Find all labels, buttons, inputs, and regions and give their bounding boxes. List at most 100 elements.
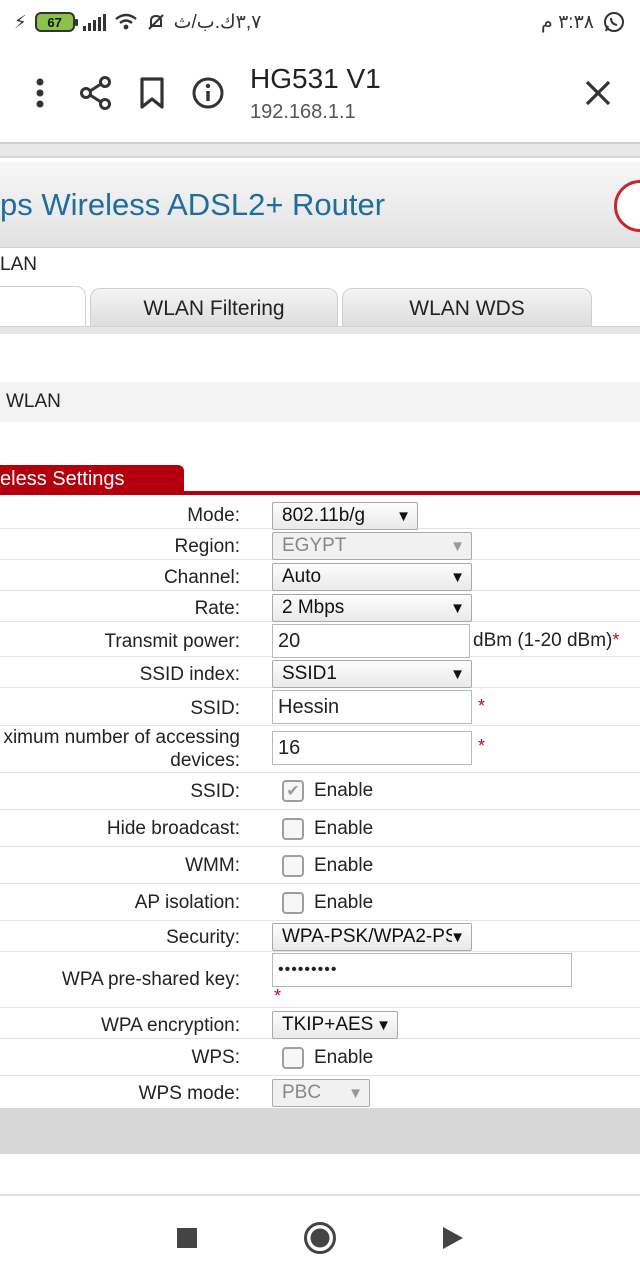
row-transmit-power: Transmit power: 20 dBm (1-20 dBm)* — [0, 622, 640, 658]
max-devices-label-line2: devices: — [170, 750, 240, 771]
more-vert-icon — [36, 78, 44, 108]
bookmark-button[interactable] — [124, 65, 180, 121]
banner-title: ps Wireless ADSL2+ Router — [0, 186, 386, 222]
bookmark-icon — [140, 77, 164, 109]
page-title: HG531 V1 — [250, 62, 381, 94]
ssid-index-select[interactable]: SSID1 ▼ — [272, 660, 472, 688]
hide-broadcast-checkbox[interactable] — [282, 818, 304, 840]
battery-icon: 67 — [34, 12, 78, 32]
circle-icon — [303, 1222, 336, 1254]
wpa-key-input[interactable]: ••••••••• — [272, 953, 572, 987]
ap-isolation-option: Enable — [314, 892, 374, 913]
square-icon — [176, 1228, 197, 1248]
tab-basic[interactable] — [0, 286, 86, 328]
row-wps: WPS: Enable — [0, 1039, 640, 1076]
whatsapp-icon — [604, 12, 624, 32]
home-button[interactable] — [295, 1213, 345, 1263]
close-button[interactable] — [570, 65, 626, 121]
wlan-tabs: WLAN Filtering WLAN WDS — [0, 284, 640, 328]
row-channel: Channel: Auto ▼ — [0, 560, 640, 591]
wps-label: WPS: — [191, 1047, 240, 1068]
transmit-power-input[interactable]: 20 — [272, 624, 470, 658]
clock: ٣:٣٨ م — [541, 11, 594, 33]
brand-logo-icon — [614, 180, 640, 232]
toolbar-divider — [0, 142, 640, 158]
form-footer-bar — [0, 1108, 640, 1154]
breadcrumb: LAN — [0, 254, 37, 275]
required-marker: * — [478, 696, 486, 716]
recent-apps-button[interactable] — [162, 1213, 212, 1263]
status-right: ٣:٣٨ م — [541, 10, 626, 34]
network-speed: ٣,٧ك.ب/ث — [173, 11, 262, 33]
dropdown-arrow-icon: ▼ — [450, 928, 465, 946]
ssid-enable-checkbox[interactable]: ✔ — [282, 780, 304, 802]
mode-label: Mode: — [187, 505, 240, 526]
row-wmm: WMM: Enable — [0, 847, 640, 884]
wpa-encryption-label: WPA encryption: — [100, 1015, 240, 1036]
max-devices-label-line1: ximum number of accessing — [3, 727, 240, 748]
row-wpa-encryption: WPA encryption: TKIP+AES ▼ — [0, 1008, 640, 1039]
wps-option: Enable — [314, 1047, 374, 1068]
page-header: HG531 V1 192.168.1.1 — [250, 63, 381, 124]
share-icon — [80, 76, 111, 110]
wpa-encryption-select[interactable]: TKIP+AES ▼ — [272, 1011, 398, 1039]
security-select[interactable]: WPA-PSK/WPA2-PS ▼ — [272, 923, 472, 951]
triangle-play-icon — [443, 1227, 464, 1249]
required-marker: * — [274, 986, 282, 1006]
wps-mode-label: WPS mode: — [138, 1083, 240, 1104]
transmit-power-unit-text: dBm (1-20 dBm) — [473, 630, 613, 651]
ap-isolation-label: AP isolation: — [134, 892, 240, 913]
region-label: Region: — [174, 536, 241, 557]
row-max-devices: ximum number of accessing devices: 16 * — [0, 726, 640, 773]
row-rate: Rate: 2 Mbps ▼ — [0, 591, 640, 622]
mode-select[interactable]: 802.11b/g ▼ — [272, 502, 418, 530]
tab-wlan-filtering[interactable]: WLAN Filtering — [90, 288, 338, 328]
wpa-encryption-value: TKIP+AES — [282, 1014, 374, 1035]
ssid-index-value: SSID1 — [282, 663, 337, 684]
share-button[interactable] — [68, 65, 124, 121]
signal-icon — [82, 13, 106, 31]
wps-mode-value: PBC — [282, 1082, 322, 1103]
dropdown-arrow-icon: ▼ — [396, 507, 411, 525]
tab-wlan-wds[interactable]: WLAN WDS — [342, 288, 592, 328]
rate-select[interactable]: 2 Mbps ▼ — [272, 594, 472, 622]
row-security: Security: WPA-PSK/WPA2-PS ▼ — [0, 921, 640, 952]
wps-checkbox[interactable] — [282, 1047, 304, 1069]
browser-toolbar: HG531 V1 192.168.1.1 — [0, 44, 640, 142]
row-ssid-index: SSID index: SSID1 ▼ — [0, 657, 640, 688]
router-banner: ps Wireless ADSL2+ Router — [0, 162, 640, 248]
region-select: EGYPT ▼ — [272, 532, 472, 560]
transmit-power-label: Transmit power: — [104, 631, 241, 652]
ssid-input[interactable]: Hessin — [272, 690, 472, 724]
ap-isolation-checkbox[interactable] — [282, 892, 304, 914]
close-icon — [585, 80, 611, 106]
page-info-button[interactable] — [180, 65, 236, 121]
rate-value: 2 Mbps — [282, 597, 345, 618]
dropdown-arrow-icon: ▼ — [450, 599, 465, 617]
security-label: Security: — [166, 927, 240, 948]
dropdown-arrow-icon: ▼ — [450, 568, 465, 586]
mute-notification-icon — [147, 14, 164, 30]
region-value: EGYPT — [282, 535, 347, 556]
row-ssid-enable: SSID: ✔ Enable — [0, 773, 640, 810]
dropdown-arrow-icon: ▼ — [450, 537, 465, 555]
dropdown-arrow-icon: ▼ — [450, 665, 465, 683]
ssid-enable-checkbox-wrap: ✔ Enable — [282, 780, 373, 802]
row-region: Region: EGYPT ▼ — [0, 529, 640, 560]
hide-broadcast-label: Hide broadcast: — [106, 818, 240, 839]
back-button[interactable] — [428, 1213, 478, 1263]
wmm-checkbox[interactable] — [282, 855, 304, 877]
channel-label: Channel: — [163, 567, 240, 588]
max-devices-input[interactable]: 16 — [272, 731, 472, 765]
info-icon — [192, 77, 224, 109]
wps-checkbox-wrap: Enable — [282, 1047, 373, 1069]
wmm-label: WMM: — [185, 855, 240, 876]
wmm-option: Enable — [314, 855, 374, 876]
wps-mode-select: PBC ▼ — [272, 1079, 370, 1107]
mode-value: 802.11b/g — [282, 505, 366, 526]
channel-select[interactable]: Auto ▼ — [272, 563, 472, 591]
row-wps-mode: WPS mode: PBC ▼ — [0, 1076, 640, 1108]
menu-button[interactable] — [12, 65, 68, 121]
charging-icon: ⚡ — [14, 11, 27, 32]
dropdown-arrow-icon: ▼ — [348, 1084, 363, 1102]
